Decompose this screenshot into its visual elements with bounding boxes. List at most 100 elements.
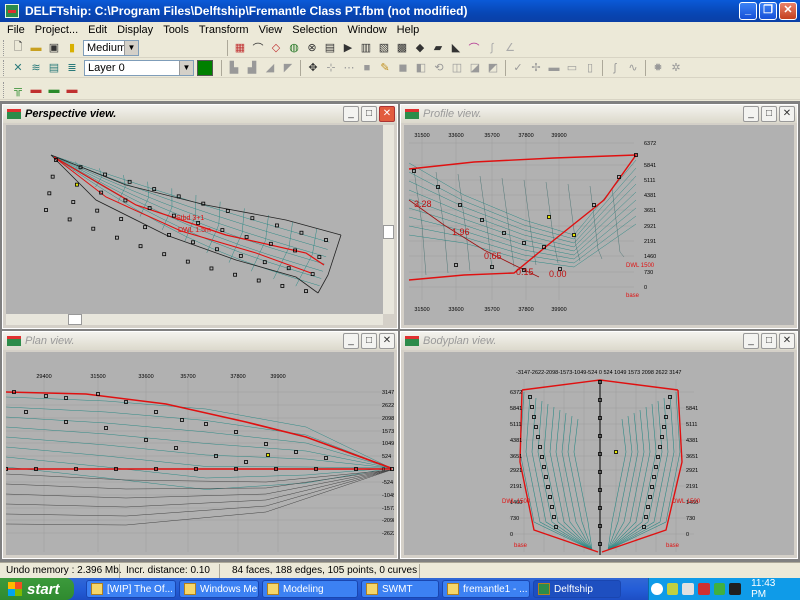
split-icon[interactable]: ◩ [485, 60, 501, 76]
profile-drawing[interactable]: 31500 33600 35700 37800 39900 31500 33600 3570… [404, 125, 794, 325]
view-minimize-button[interactable]: _ [343, 106, 359, 122]
plan-view-window[interactable]: Plan view. _ □ ✕ 29400 31500 33600 35700 378… [2, 331, 398, 559]
layer-icon[interactable]: ▧ [376, 40, 392, 56]
view-maximize-button[interactable]: □ [761, 333, 777, 349]
edit-edge-icon[interactable]: ▟ [244, 60, 260, 76]
plan-viewport[interactable]: 29400 31500 33600 35700 37800 39900 3147 2622 2… [6, 352, 394, 555]
menu-selection[interactable]: Selection [287, 24, 342, 36]
extrude-icon[interactable]: ◼ [395, 60, 411, 76]
toolbar-grip[interactable] [3, 39, 6, 56]
horizontal-scrollbar[interactable] [6, 314, 383, 325]
menu-display[interactable]: Display [112, 24, 158, 36]
perspective-drawing[interactable]: Stbd 3+1 DWL 1.5m [6, 125, 383, 313]
open-folder-icon[interactable]: ▬ [28, 40, 44, 56]
chevron-left-icon[interactable] [651, 583, 663, 595]
face-flip-icon[interactable]: ▯ [582, 60, 598, 76]
curve-new-icon[interactable]: ʃ [607, 60, 623, 76]
subdivide-icon[interactable]: ✢ [528, 60, 544, 76]
rotate-icon[interactable]: ⟲ [431, 60, 447, 76]
mirror-icon[interactable]: ◧ [413, 60, 429, 76]
perspective-view-window[interactable]: Perspective view. _ □ ✕ Stbd 3+1 DWL 1.5… [2, 104, 398, 329]
perspective-view-titlebar[interactable]: Perspective view. _ □ ✕ [3, 105, 397, 123]
save-icon[interactable]: ▣ [46, 40, 62, 56]
profile-viewport[interactable]: 31500 33600 35700 37800 39900 31500 33600 3570… [404, 125, 794, 325]
title-bar[interactable]: DELFTship: C:\Program Files\Delftship\Fr… [0, 0, 800, 22]
surface-icon[interactable]: ▥ [358, 40, 374, 56]
plan-drawing[interactable]: 29400 31500 33600 35700 37800 39900 3147 2622 2… [6, 352, 394, 555]
view-maximize-button[interactable]: □ [761, 106, 777, 122]
scale-icon[interactable]: ◫ [449, 60, 465, 76]
globe-icon[interactable]: ◍ [286, 40, 302, 56]
layer-color-swatch[interactable] [197, 59, 213, 76]
insert-edge-icon[interactable]: ⋯ [341, 60, 357, 76]
move-icon[interactable]: ✥ [305, 60, 321, 76]
profile-view-titlebar[interactable]: Profile view. _ □ ✕ [401, 105, 797, 123]
intersect-icon[interactable]: ◇ [268, 40, 284, 56]
new-file-icon[interactable]: 🗋 [10, 40, 26, 56]
view-minimize-button[interactable]: _ [743, 333, 759, 349]
task-modeling-folder[interactable]: Modeling [262, 580, 358, 598]
bodyplan-view-window[interactable]: Bodyplan view. _ □ ✕ -3147-2622-2098-157… [400, 331, 798, 559]
stations-icon[interactable]: ◣ [448, 40, 464, 56]
menu-view[interactable]: View [254, 24, 288, 36]
edit-curve-icon[interactable]: ◤ [280, 60, 296, 76]
menu-file[interactable]: File [2, 24, 30, 36]
toolbar-grip[interactable] [3, 59, 6, 76]
bodyplan-viewport[interactable]: -3147-2622-2098-1573-1049-524 0 524 1049… [404, 352, 794, 555]
curve-icon[interactable]: ⌒ [250, 40, 266, 56]
diagonals-icon[interactable]: ∠ [502, 40, 518, 56]
view-minimize-button[interactable]: _ [743, 106, 759, 122]
hull-green-icon[interactable]: ▬ [46, 82, 62, 98]
menu-window[interactable]: Window [343, 24, 392, 36]
curvature-icon[interactable]: ⌒ [466, 40, 482, 56]
chevron-down-icon[interactable]: ▼ [179, 60, 193, 75]
tray-network-icon[interactable] [682, 583, 695, 595]
menu-help[interactable]: Help [392, 24, 425, 36]
task-swmt-folder[interactable]: SWMT [361, 580, 439, 598]
layer-properties-icon[interactable]: ▤ [46, 60, 62, 76]
task-windows-media[interactable]: Windows Me... [179, 580, 259, 598]
face-new-icon[interactable]: ▭ [564, 60, 580, 76]
view-maximize-button[interactable]: □ [361, 106, 377, 122]
curve-edit-icon[interactable]: ∿ [625, 60, 641, 76]
tray-antivirus-icon[interactable] [698, 583, 710, 595]
close-button[interactable]: ✕ [779, 2, 797, 20]
edit-face-icon[interactable]: ◢ [262, 60, 278, 76]
bodyplan-view-titlebar[interactable]: Bodyplan view. _ □ ✕ [401, 332, 797, 350]
crease-icon[interactable]: ✓ [510, 60, 526, 76]
collapse-icon[interactable]: ◪ [467, 60, 483, 76]
menu-edit[interactable]: Edit [83, 24, 112, 36]
layer-select[interactable]: Layer 0 ▼ [84, 59, 194, 76]
precision-select[interactable]: Medium ▼ [83, 39, 139, 56]
hull-red-icon[interactable]: ▬ [28, 82, 44, 98]
dissolve-icon[interactable]: ▬ [546, 60, 562, 76]
flowlines-icon[interactable]: ▰ [430, 40, 446, 56]
shading-icon[interactable]: ▶ [340, 40, 356, 56]
view-close-button[interactable]: ✕ [379, 333, 395, 349]
buttocks-icon[interactable]: ∫ [484, 40, 500, 56]
layer-stack-icon[interactable]: ≣ [64, 60, 80, 76]
task-wip-browser[interactable]: [WIP] The Of... [86, 580, 176, 598]
tray-app-icon[interactable] [666, 583, 679, 595]
toolbar-grip[interactable] [3, 81, 6, 98]
layers-icon[interactable]: ≋ [28, 60, 44, 76]
menu-transform[interactable]: Transform [194, 24, 254, 36]
arrows-icon[interactable]: ✕ [10, 60, 26, 76]
plan-view-titlebar[interactable]: Plan view. _ □ ✕ [3, 332, 397, 350]
menu-project[interactable]: Project... [30, 24, 83, 36]
settings-icon[interactable]: ✲ [668, 60, 684, 76]
model-hull-icon[interactable]: ╦ [10, 82, 26, 98]
lines-icon[interactable]: ⊗ [304, 40, 320, 56]
view-minimize-button[interactable]: _ [343, 333, 359, 349]
tray-volume-icon[interactable] [729, 583, 742, 595]
edit-point-icon[interactable]: ▙ [226, 60, 242, 76]
bodyplan-drawing[interactable]: -3147-2622-2098-1573-1049-524 0 524 1049… [404, 352, 794, 555]
view-close-button[interactable]: ✕ [779, 333, 795, 349]
task-fremantle-image[interactable]: fremantle1 - ... [442, 580, 530, 598]
view-close-button[interactable]: ✕ [379, 106, 395, 122]
export-icon[interactable]: ▮ [64, 40, 80, 56]
control-net-icon[interactable]: ▩ [394, 40, 410, 56]
view-maximize-button[interactable]: □ [361, 333, 377, 349]
view-close-button[interactable]: ✕ [779, 106, 795, 122]
minimize-button[interactable]: _ [739, 2, 757, 20]
